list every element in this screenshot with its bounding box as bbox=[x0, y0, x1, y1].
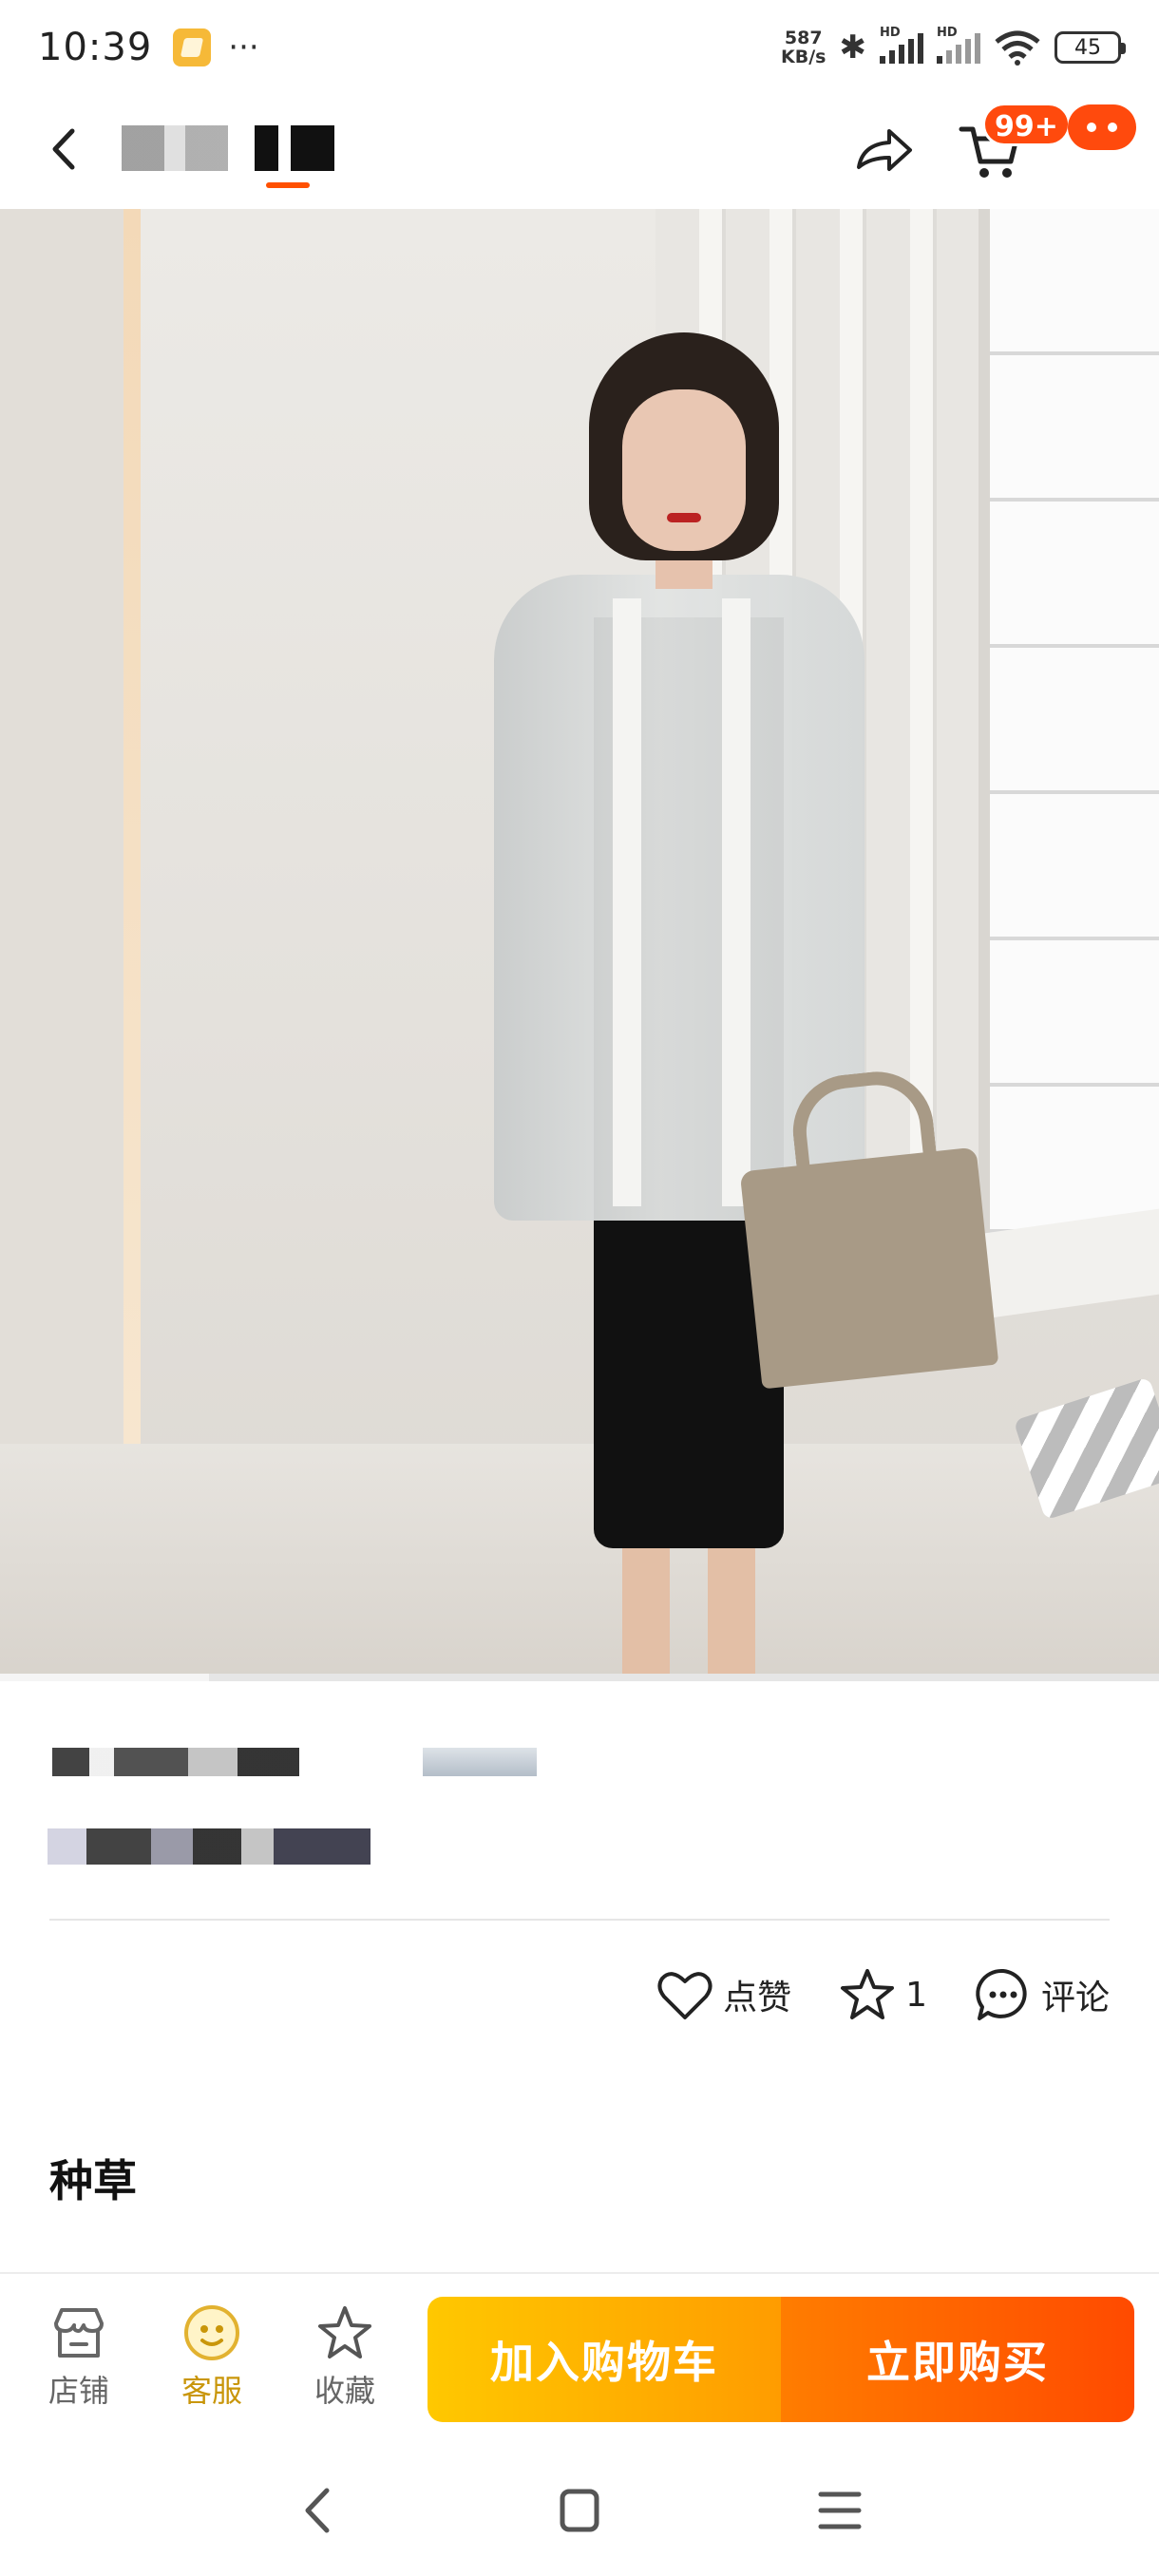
battery-indicator: 45 bbox=[1054, 31, 1126, 64]
favorite-button[interactable]: 1 bbox=[839, 1967, 927, 2022]
like-label: 点赞 bbox=[723, 1979, 792, 2017]
favorite-count: 1 bbox=[905, 1975, 927, 2015]
top-navigation: 99+ bbox=[0, 95, 1159, 209]
comment-button[interactable]: 评论 bbox=[975, 1966, 1110, 2023]
video-progress-fill bbox=[0, 1674, 209, 1681]
signal-1-label: HD bbox=[880, 26, 901, 40]
heart-icon bbox=[657, 1972, 712, 2019]
notification-app-icon bbox=[173, 28, 212, 66]
network-speed: 587 KB/s bbox=[781, 28, 826, 66]
redacted-product-text-2 bbox=[423, 1748, 537, 1776]
window bbox=[978, 209, 1159, 1263]
status-bar: 10:39 ··· 587 KB/s ✱ HD HD 45 bbox=[0, 0, 1159, 95]
tab-redacted-1[interactable] bbox=[122, 125, 228, 171]
model-figure bbox=[437, 332, 999, 1681]
system-back-icon[interactable] bbox=[281, 2477, 357, 2544]
favorite-icon bbox=[318, 2306, 371, 2358]
like-button[interactable]: 点赞 bbox=[656, 1968, 791, 2021]
product-info: 点赞 1 评论 种草 bbox=[0, 1681, 1159, 2207]
section-title: 种草 bbox=[49, 2155, 137, 2207]
service-label: 客服 bbox=[180, 2373, 242, 2409]
status-time: 10:39 bbox=[38, 26, 153, 69]
status-more-dots: ··· bbox=[228, 28, 259, 66]
back-icon[interactable] bbox=[36, 116, 93, 182]
comment-icon bbox=[976, 1968, 1027, 2020]
engagement-actions: 点赞 1 评论 bbox=[656, 1966, 1110, 2023]
system-navigation-bar bbox=[0, 2435, 1159, 2576]
system-menu-icon[interactable] bbox=[802, 2477, 878, 2544]
service-icon bbox=[184, 2305, 239, 2360]
collect-button[interactable]: 收藏 bbox=[293, 2302, 397, 2411]
add-to-cart-button[interactable]: 加入购物车 bbox=[428, 2297, 781, 2422]
share-icon[interactable] bbox=[851, 120, 918, 180]
star-icon bbox=[841, 1969, 895, 2019]
shop-icon bbox=[54, 2308, 104, 2358]
bottom-action-bar: 店铺 客服 收藏 加入购物车 立即购买 bbox=[0, 2272, 1159, 2435]
wall-light-strip bbox=[124, 209, 141, 1444]
signal-2-icon: HD bbox=[937, 26, 980, 64]
redacted-product-text-3 bbox=[48, 1828, 370, 1865]
favorite-label: 收藏 bbox=[314, 2373, 375, 2409]
tab-redacted-2[interactable] bbox=[255, 125, 334, 171]
divider bbox=[49, 1919, 1110, 1921]
signal-1-icon: HD bbox=[880, 26, 923, 64]
video-progress-bar[interactable] bbox=[0, 1674, 1159, 1681]
comment-label: 评论 bbox=[1040, 1979, 1110, 2017]
system-home-icon[interactable] bbox=[542, 2477, 618, 2544]
status-indicators: 587 KB/s ✱ HD HD 45 bbox=[781, 26, 1126, 66]
shop-label: 店铺 bbox=[48, 2373, 109, 2409]
network-speed-unit: KB/s bbox=[781, 47, 826, 67]
shop-button[interactable]: 店铺 bbox=[27, 2302, 131, 2411]
more-icon[interactable] bbox=[1068, 104, 1136, 150]
active-tab-indicator bbox=[266, 182, 310, 188]
cart-count-badge: 99+ bbox=[982, 103, 1071, 146]
bluetooth-icon: ✱ bbox=[839, 28, 867, 66]
redacted-product-text-1 bbox=[52, 1748, 299, 1776]
signal-2-label: HD bbox=[937, 26, 958, 40]
product-video[interactable] bbox=[0, 209, 1159, 1681]
customer-service-button[interactable]: 客服 bbox=[160, 2302, 264, 2411]
buy-now-button[interactable]: 立即购买 bbox=[781, 2297, 1134, 2422]
handbag bbox=[739, 1146, 999, 1390]
network-speed-value: 587 bbox=[784, 28, 823, 48]
wifi-icon bbox=[995, 30, 1040, 66]
